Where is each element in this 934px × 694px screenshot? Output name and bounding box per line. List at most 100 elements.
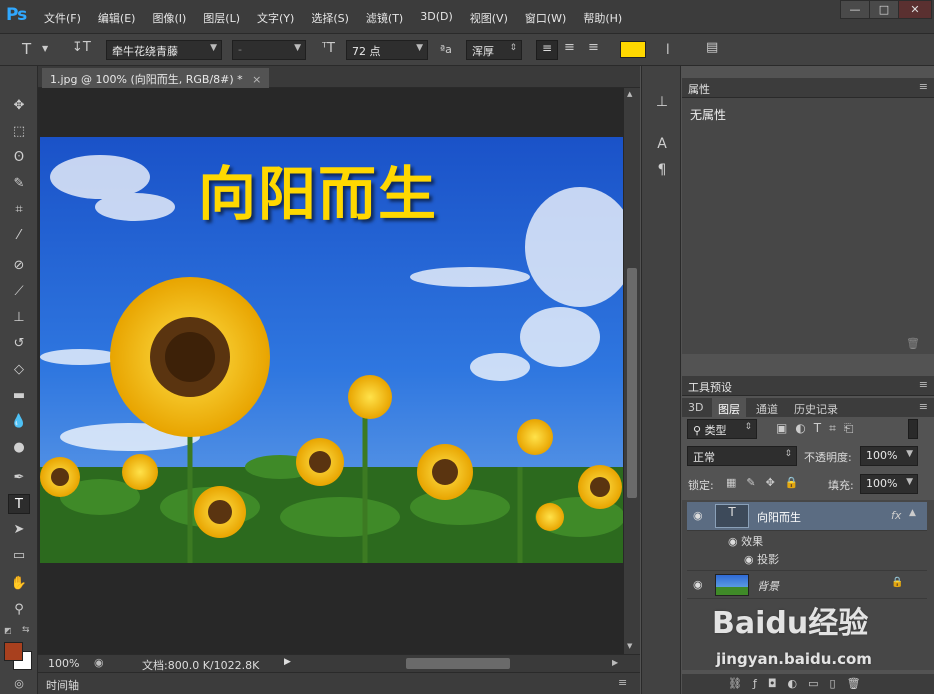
tab-3d[interactable]: 3D — [682, 398, 709, 417]
fill-field[interactable]: 100% ▼ — [860, 474, 918, 494]
opacity-field[interactable]: 100% ▼ — [860, 446, 918, 466]
menu-type[interactable]: 文字(Y) — [257, 10, 294, 26]
foreground-color-swatch[interactable] — [4, 642, 23, 661]
tab-channels[interactable]: 通道 — [750, 398, 784, 417]
blend-mode-value: 正常 — [693, 451, 715, 464]
tab-layers[interactable]: 图层 — [712, 398, 746, 417]
status-arrow-icon[interactable]: ▶ — [284, 657, 291, 667]
panel-menu-icon[interactable]: ≡ — [919, 378, 928, 391]
panel-dock: ⊥ A ¶ — [641, 66, 681, 694]
menu-filter[interactable]: 滤镜(T) — [366, 10, 403, 26]
menu-3d[interactable]: 3D(D) — [420, 10, 453, 26]
visibility-eye-icon[interactable]: ◉ — [744, 553, 757, 566]
layer-row-background[interactable]: ◉ 背景 🔒 — [687, 570, 927, 599]
menu-layer[interactable]: 图层(L) — [203, 10, 240, 26]
menu-image[interactable]: 图像(I) — [152, 10, 186, 26]
filter-icons[interactable]: ▣◐T⌗⎗ — [776, 421, 862, 436]
menu-file[interactable]: 文件(F) — [44, 10, 81, 26]
tab-history[interactable]: 历史记录 — [788, 398, 844, 417]
eyedropper-tool-icon[interactable]: ⁄ — [8, 226, 30, 246]
menu-help[interactable]: 帮助(H) — [583, 10, 622, 26]
character-panel-icon[interactable]: ▤ — [706, 40, 718, 55]
document-tab[interactable]: 1.jpg @ 100% (向阳而生, RGB/8#) * × — [42, 68, 270, 88]
blur-tool-icon[interactable]: 💧 — [8, 412, 30, 432]
timeline-panel-bar[interactable]: 时间轴 ≡ — [38, 672, 640, 694]
filter-toggle[interactable] — [908, 419, 918, 439]
visibility-eye-icon[interactable]: ◉ — [728, 535, 741, 548]
collapse-icon[interactable]: ▲ — [909, 508, 916, 518]
align-center-button[interactable]: ≡ — [564, 40, 575, 55]
font-size-select[interactable]: 72 点 ▼ — [346, 40, 428, 60]
marquee-tool-icon[interactable]: ⬚ — [8, 122, 30, 142]
dodge-tool-icon[interactable]: ● — [8, 438, 30, 458]
type-tool-icon[interactable]: T — [8, 494, 30, 514]
zoom-level[interactable]: 100% — [48, 657, 79, 670]
crop-tool-icon[interactable]: ⌗ — [8, 200, 30, 220]
rectangle-tool-icon[interactable]: ▭ — [8, 546, 30, 566]
anti-alias-select[interactable]: 浑厚 ⇕ — [466, 40, 522, 60]
drop-shadow-row[interactable]: ◉ 投影 — [744, 551, 779, 567]
move-tool-icon[interactable]: ✥ — [8, 96, 30, 116]
quick-select-tool-icon[interactable]: ✎ — [8, 174, 30, 194]
layer-action-icons[interactable]: ⛓ƒ◘◐▭▯🗑 — [728, 677, 872, 690]
gradient-tool-icon[interactable]: ▬ — [8, 386, 30, 406]
history-brush-tool-icon[interactable]: ↺ — [8, 334, 30, 354]
preset-dropdown-icon[interactable]: ▼ — [42, 44, 48, 53]
pen-tool-icon[interactable]: ✒ — [8, 468, 30, 488]
hand-tool-icon[interactable]: ✋ — [8, 574, 30, 594]
properties-body: 无属性 🗑 — [682, 98, 934, 354]
minimize-button[interactable]: — — [840, 0, 870, 19]
menu-view[interactable]: 视图(V) — [470, 10, 508, 26]
menu-select[interactable]: 选择(S) — [311, 10, 349, 26]
scroll-up-icon[interactable]: ▲ — [627, 90, 632, 98]
paragraph-icon[interactable]: ¶ — [653, 162, 671, 178]
vertical-scroll-thumb[interactable] — [627, 268, 637, 498]
lock-icons[interactable]: ▦✎✥🔒 — [726, 476, 809, 489]
blend-mode-select[interactable]: 正常 ⇕ — [687, 446, 797, 466]
panel-menu-icon[interactable]: ≡ — [919, 80, 928, 93]
panel-menu-icon[interactable]: ≡ — [618, 676, 627, 689]
layer-name[interactable]: 向阳而生 — [757, 509, 801, 525]
scroll-right-icon[interactable]: ▶ — [612, 658, 618, 667]
font-family-select[interactable]: 牵牛花绕青藤 ▼ — [106, 40, 222, 60]
close-button[interactable]: ✕ — [898, 0, 932, 19]
clone-stamp-tool-icon[interactable]: ⊥ — [8, 308, 30, 328]
panel-menu-icon[interactable]: ≡ — [919, 400, 928, 413]
character-icon[interactable]: A — [653, 136, 671, 152]
warp-text-icon[interactable]: ꞁ — [666, 40, 670, 55]
healing-brush-tool-icon[interactable]: ⊘ — [8, 256, 30, 276]
zoom-tool-icon[interactable]: ⚲ — [8, 600, 30, 620]
text-orientation-icon[interactable]: ↧T — [72, 40, 91, 55]
tool-preset-icon[interactable]: ⊥ — [653, 94, 671, 110]
effects-row[interactable]: ◉ 效果 — [728, 533, 763, 549]
menu-edit[interactable]: 编辑(E) — [98, 10, 136, 26]
eraser-tool-icon[interactable]: ◇ — [8, 360, 30, 380]
scroll-down-icon[interactable]: ▼ — [627, 642, 632, 650]
maximize-button[interactable]: □ — [869, 0, 899, 19]
overlay-text[interactable]: 向阳而生 — [198, 147, 438, 231]
font-style-select[interactable]: - ▼ — [232, 40, 306, 60]
tab-close-icon[interactable]: × — [252, 73, 261, 86]
fx-badge[interactable]: fx — [891, 509, 901, 522]
quick-mask-icon[interactable]: ◎ — [8, 674, 30, 694]
vertical-scrollbar[interactable]: ▲ ▼ — [624, 88, 640, 654]
default-colors-icon[interactable]: ◩ — [4, 626, 12, 635]
tool-presets-header[interactable]: 工具预设 ≡ — [682, 376, 934, 396]
text-color-swatch[interactable] — [620, 41, 646, 58]
align-left-button[interactable]: ≡ — [536, 40, 558, 60]
visibility-eye-icon[interactable]: ◉ — [693, 509, 707, 522]
swap-colors-icon[interactable]: ⇆ — [22, 625, 30, 635]
brush-tool-icon[interactable]: ⟋ — [8, 282, 30, 302]
layer-row-text[interactable]: ◉ T 向阳而生 fx ▲ — [687, 502, 927, 531]
lasso-tool-icon[interactable]: ʘ — [8, 148, 30, 168]
status-menu-icon[interactable]: ◉ — [94, 656, 104, 669]
path-select-tool-icon[interactable]: ➤ — [8, 520, 30, 540]
layer-name[interactable]: 背景 — [757, 578, 779, 594]
image-canvas[interactable]: 向阳而生 — [40, 137, 623, 563]
horizontal-scroll-thumb[interactable] — [406, 658, 510, 669]
visibility-eye-icon[interactable]: ◉ — [693, 578, 707, 591]
align-right-button[interactable]: ≡ — [588, 40, 599, 55]
layer-filter-select[interactable]: ⚲ 类型 ⇕ — [687, 419, 757, 439]
menu-window[interactable]: 窗口(W) — [525, 10, 566, 26]
type-tool-preset-icon[interactable]: T — [22, 40, 31, 58]
